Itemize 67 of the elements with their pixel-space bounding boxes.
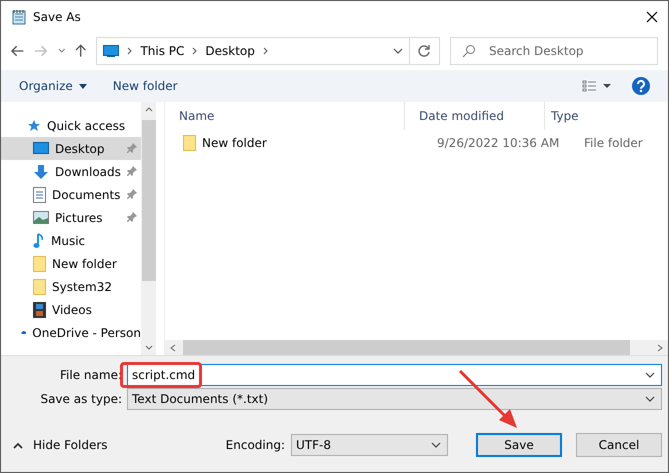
dialog-button[interactable]: Save [476,433,562,457]
document-icon [33,186,46,202]
folder-icon [33,256,46,272]
notepad-icon [11,8,27,24]
organize-menu[interactable]: Organize [19,79,73,93]
horizontal-scrollbar[interactable] [165,340,668,355]
back-arrow-icon[interactable] [11,45,24,57]
star-icon [27,118,41,132]
window-title: Save As [33,10,82,24]
search-icon [462,44,476,58]
refresh-button[interactable] [410,37,440,65]
field-label: Encoding: [226,438,285,452]
film-icon [33,302,46,318]
sidebar-item[interactable]: OneDrive - Person [1,321,141,344]
file-name-cell[interactable]: New folder [202,136,267,150]
chevron-down-icon [645,396,655,402]
view-options-icon[interactable] [582,80,612,92]
sidebar-item[interactable]: Pictures [1,206,141,229]
sidebar-item[interactable]: New folder [1,252,141,275]
chevron-down-icon [431,442,441,448]
type-cell-text: File folder [583,136,644,150]
music-note-icon [33,232,45,248]
sidebar-item[interactable]: Quick access [1,114,141,137]
caret-down-icon[interactable] [78,84,87,88]
pin-icon[interactable] [127,166,137,177]
date-cell-text: 9/26/2022 10:36 AM [436,136,560,150]
breadcrumb-item[interactable]: Desktop [205,44,255,58]
encoding-dropdown[interactable]: UTF-8 [291,434,448,456]
monitor-icon [33,142,49,155]
new-folder-button[interactable]: New folder [112,79,178,93]
chevron-right-icon[interactable] [262,47,268,55]
field-label: File name: [59,368,123,382]
vertical-scrollbar[interactable] [141,102,156,355]
monitor-icon [103,45,120,57]
sidebar-item[interactable]: Music [1,229,141,252]
dialog-button[interactable]: Cancel [576,433,662,457]
sidebar-item[interactable]: Documents [1,183,141,206]
chevron-down-icon[interactable] [58,48,66,54]
down-arrow-icon [33,164,49,180]
sidebar-item[interactable]: Videos [1,298,141,321]
chevron-right-icon [127,47,132,55]
column-header[interactable]: Type [545,102,668,130]
folder-icon [33,278,46,294]
folder-icon [183,135,196,151]
chevron-down-icon[interactable] [392,48,403,54]
column-header[interactable]: Date modified [405,102,545,130]
refresh-icon [417,44,432,58]
chevron-down-icon[interactable] [645,372,655,378]
file-type-dropdown[interactable]: Text Documents (*.txt) [127,388,662,410]
address-bar[interactable]: This PC Desktop [96,37,410,65]
sidebar-item[interactable]: Desktop [1,137,141,160]
sidebar-item[interactable]: Downloads [1,160,141,183]
field-label: Save as type: [39,392,123,406]
sidebar-item[interactable]: System32 [1,275,141,298]
pin-icon[interactable] [127,212,137,223]
up-arrow-icon[interactable] [75,44,86,58]
help-icon[interactable] [632,77,650,95]
file-name-field[interactable]: script.cmd [127,364,662,386]
breadcrumb-item[interactable]: This PC [140,44,184,58]
hide-folders-button[interactable]: Hide Folders [29,438,108,452]
chevron-right-icon [192,47,198,55]
search-field[interactable]: Search Desktop [450,37,658,65]
pin-icon[interactable] [127,189,137,200]
column-header[interactable]: Name [165,102,405,130]
close-icon[interactable] [646,10,658,22]
chevron-up-icon[interactable] [13,442,23,448]
picture-icon [33,211,49,224]
